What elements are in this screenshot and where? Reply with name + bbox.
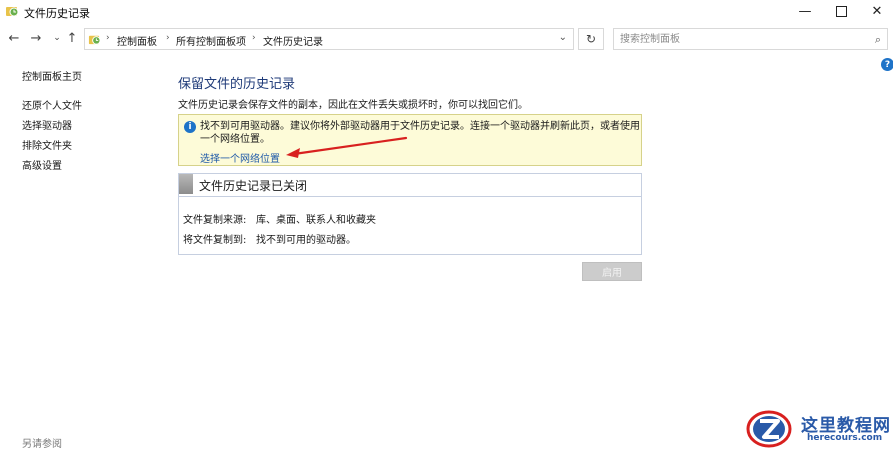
- breadcrumb-separator: ›: [166, 33, 170, 43]
- title-bar: 文件历史记录 — ✕: [0, 0, 893, 24]
- breadcrumb-separator: ›: [252, 33, 256, 43]
- address-dropdown-icon[interactable]: ⌄: [559, 32, 567, 43]
- select-network-location-link[interactable]: 选择一个网络位置: [200, 150, 280, 165]
- page-description: 文件历史记录会保存文件的副本，因此在文件丢失或损坏时，你可以找回它们。: [178, 100, 528, 111]
- maximize-button[interactable]: [822, 0, 860, 22]
- site-logo-icon: [746, 410, 792, 448]
- search-input[interactable]: [620, 32, 860, 46]
- navigation-bar: ← → ⌄ ↑ › 控制面板 › 所有控制面板项 › 文件历史记录 ⌄ ↻ ⌕: [0, 26, 893, 52]
- drive-warning-banner: i 找不到可用驱动器。建议你将外部驱动器用于文件历史记录。连接一个驱动器并刷新此…: [178, 114, 642, 166]
- up-button[interactable]: ↑: [64, 30, 80, 46]
- arrow-right-icon: →: [30, 30, 42, 46]
- help-icon[interactable]: ?: [881, 58, 893, 71]
- search-box[interactable]: ⌕: [613, 28, 888, 50]
- arrow-up-icon: ↑: [66, 30, 78, 46]
- copy-to-label: 将文件复制到:: [183, 235, 247, 246]
- copy-from-label: 文件复制来源:: [183, 215, 247, 226]
- close-button[interactable]: ✕: [858, 0, 893, 22]
- status-indicator: [179, 174, 193, 194]
- breadcrumb-control-panel[interactable]: 控制面板: [117, 33, 157, 48]
- sidebar-item-select-drive[interactable]: 选择驱动器: [22, 117, 72, 132]
- file-history-status-panel: 文件历史记录已关闭 文件复制来源: 库、桌面、联系人和收藏夹 将文件复制到: 找…: [178, 173, 642, 255]
- watermark-url: herecours.com: [807, 433, 883, 443]
- recent-locations-button[interactable]: ⌄: [49, 30, 65, 46]
- enable-button[interactable]: 启用: [582, 262, 642, 281]
- search-icon[interactable]: ⌕: [875, 33, 881, 47]
- arrow-left-icon: ←: [8, 30, 20, 46]
- sidebar-item-restore-files[interactable]: 还原个人文件: [22, 97, 82, 112]
- see-also-heading: 另请参阅: [22, 439, 62, 450]
- forward-button[interactable]: →: [28, 30, 44, 46]
- page-title: 保留文件的历史记录: [178, 77, 296, 92]
- minimize-button[interactable]: —: [786, 0, 824, 22]
- window-title: 文件历史记录: [24, 7, 90, 20]
- chevron-down-icon: ⌄: [53, 33, 61, 43]
- warning-text: 找不到可用驱动器。建议你将外部驱动器用于文件历史记录。连接一个驱动器并刷新此页，…: [200, 121, 640, 145]
- breadcrumb-all-items[interactable]: 所有控制面板项: [176, 33, 246, 48]
- refresh-button[interactable]: ↻: [578, 28, 604, 50]
- file-history-icon: [88, 35, 101, 45]
- status-title: 文件历史记录已关闭: [199, 179, 308, 193]
- minimize-icon: —: [798, 3, 812, 19]
- info-icon: i: [184, 121, 196, 133]
- sidebar-item-exclude-folders[interactable]: 排除文件夹: [22, 137, 72, 152]
- maximize-icon: [835, 5, 847, 17]
- breadcrumb-separator: ›: [106, 33, 110, 43]
- status-header: 文件历史记录已关闭: [179, 174, 641, 197]
- copy-from-value: 库、桌面、联系人和收藏夹: [256, 215, 376, 226]
- watermark: 这里教程网 herecours.com: [745, 405, 891, 451]
- copy-to-value: 找不到可用的驱动器。: [256, 235, 356, 246]
- sidebar-item-control-panel-home[interactable]: 控制面板主页: [22, 68, 82, 83]
- file-history-app-icon: [6, 7, 19, 17]
- annotation-arrow-icon: [286, 136, 408, 158]
- sidebar-item-advanced-settings[interactable]: 高级设置: [22, 157, 62, 172]
- close-icon: ✕: [871, 3, 883, 19]
- back-button[interactable]: ←: [6, 30, 22, 46]
- breadcrumb-file-history[interactable]: 文件历史记录: [263, 33, 323, 48]
- refresh-icon: ↻: [585, 32, 597, 46]
- address-bar[interactable]: › 控制面板 › 所有控制面板项 › 文件历史记录 ⌄: [84, 28, 574, 50]
